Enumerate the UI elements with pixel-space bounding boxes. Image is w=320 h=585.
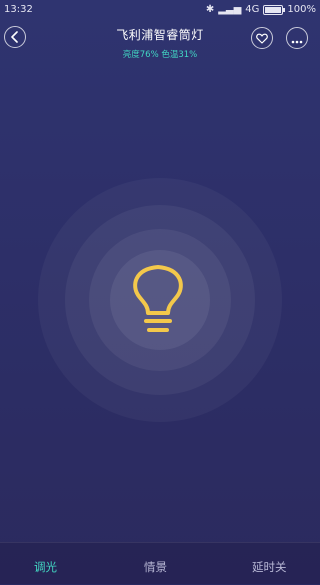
bluetooth-icon: ✱ [205,4,215,15]
status-summary: 亮度76% 色温31% [122,50,198,60]
light-bulb-icon [126,265,190,346]
network-label: 4G [245,4,260,15]
signal-icon: ▂▃▅ [218,4,242,15]
bottom-tab-bar: 调光 情景 延时关 [0,542,320,585]
status-time: 13:32 [4,4,33,15]
battery-percent: 100% [287,4,316,15]
tab-dimming[interactable]: 调光 [34,559,57,575]
tab-scene[interactable]: 情景 [144,559,167,575]
battery-icon [263,4,286,15]
light-toggle-button[interactable] [126,258,190,342]
heart-icon [256,29,268,48]
more-icon [291,29,303,48]
tab-delay-off[interactable]: 延时关 [252,559,287,575]
more-button[interactable] [286,27,308,49]
favorite-button[interactable] [251,27,273,49]
status-indicators: ✱ ▂▃▅ 4G 100% [206,4,316,15]
status-bar: 13:32 ✱ ▂▃▅ 4G 100% [0,0,320,20]
